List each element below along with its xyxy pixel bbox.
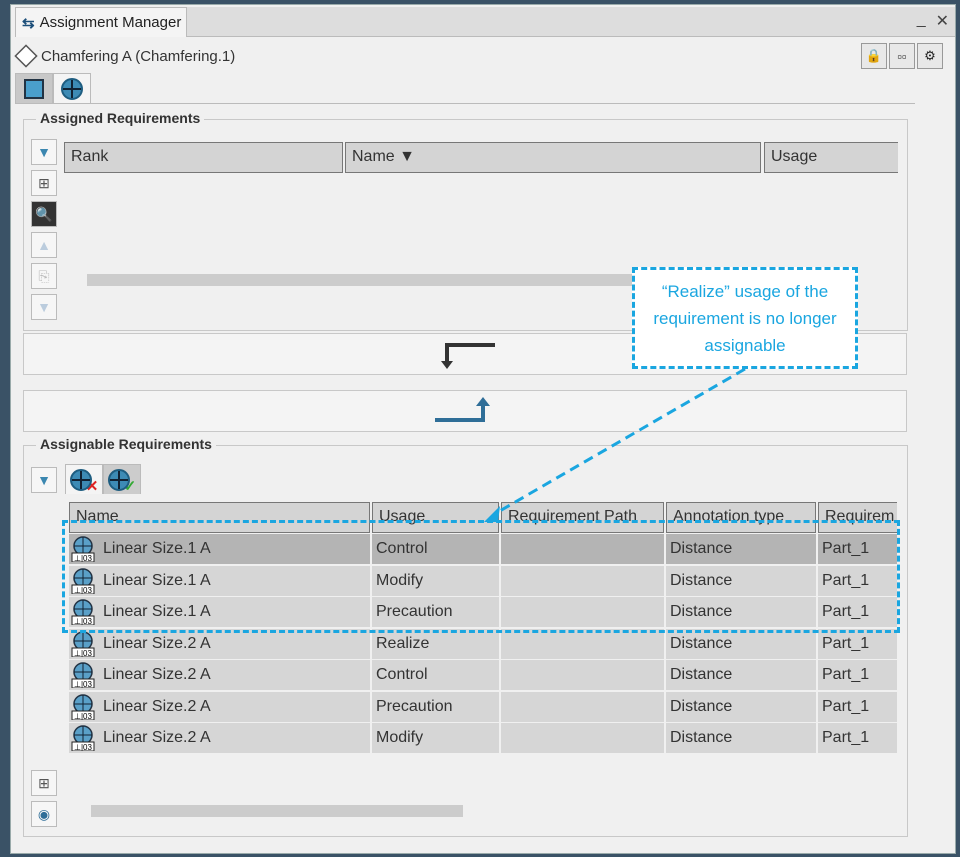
callout-note: “Realize” usage of the requirement is no…	[632, 267, 858, 369]
callout-arrow	[484, 367, 746, 522]
highlight-box	[62, 520, 900, 633]
